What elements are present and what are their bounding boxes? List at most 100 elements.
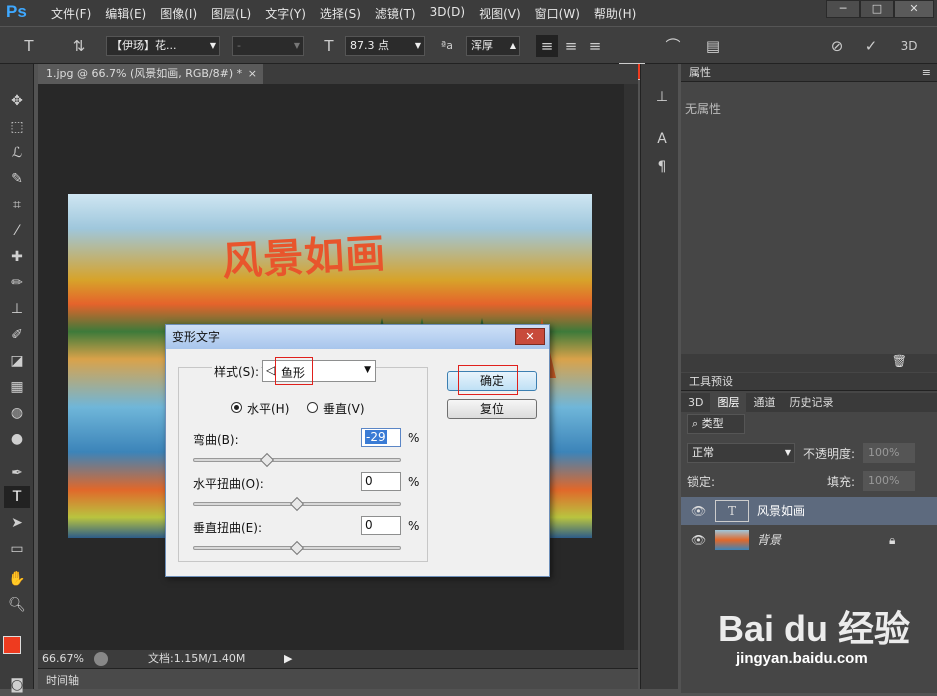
layer-filter-select[interactable]: ⌕ 类型	[687, 414, 745, 434]
tab-layers[interactable]: 图层	[710, 393, 747, 412]
bend-slider[interactable]	[193, 458, 401, 462]
menu-help[interactable]: 帮助(H)	[587, 5, 643, 22]
timeline-panel-tab[interactable]: 时间轴	[38, 668, 638, 689]
status-info-icon[interactable]	[94, 652, 108, 666]
menu-view[interactable]: 视图(V)	[472, 5, 528, 22]
paragraph-icon[interactable]: ¶	[649, 156, 675, 178]
marquee-tool-icon[interactable]: ⬚	[4, 116, 30, 138]
lasso-tool-icon[interactable]: ℒ	[4, 142, 30, 164]
font-size-select[interactable]: 87.3 点 ▼	[345, 36, 425, 56]
vertical-label[interactable]: 垂直(V)	[323, 400, 365, 417]
panel-menu-icon[interactable]: ≡	[922, 64, 937, 82]
healing-tool-icon[interactable]: ✚	[4, 246, 30, 268]
right-panels: 属性 ≡ 无属性 🗑︎ 工具预设 3D 图层 通道 历史记录 ⌕ 类型 正常 ▼ 不…	[681, 64, 937, 693]
vertical-radio[interactable]	[307, 402, 318, 413]
layer-row[interactable]: 👁︎ T 风景如画	[681, 497, 937, 525]
align-left-icon[interactable]: ≡	[536, 35, 558, 57]
eraser-tool-icon[interactable]: ◪	[4, 350, 30, 372]
reset-button[interactable]: 复位	[447, 399, 537, 419]
bend-input[interactable]: -29	[361, 428, 401, 447]
character-icon[interactable]: A	[649, 128, 675, 150]
menu-layer[interactable]: 图层(L)	[204, 5, 258, 22]
chevron-down-icon: ▲	[509, 41, 516, 50]
antialias-select[interactable]: 浑厚 ▲	[466, 36, 520, 56]
type-tool-icon[interactable]: T	[4, 486, 30, 508]
foreground-color-swatch[interactable]	[3, 636, 21, 654]
history-brush-tool-icon[interactable]: ✐	[4, 324, 30, 346]
path-select-tool-icon[interactable]: ➤	[4, 512, 30, 534]
properties-panel-header[interactable]: 属性 ≡	[681, 64, 937, 82]
document-tab-title: 1.jpg @ 66.7% (风景如画, RGB/8#) *	[46, 67, 243, 80]
menu-window[interactable]: 窗口(W)	[528, 5, 587, 22]
visibility-eye-icon[interactable]: 👁︎	[691, 526, 706, 554]
menu-filter[interactable]: 滤镜(T)	[368, 5, 423, 22]
character-panel-icon[interactable]: ▤	[702, 35, 724, 57]
tool-presets-icon[interactable]: ⊥	[649, 86, 675, 108]
h-distort-input[interactable]: 0	[361, 472, 401, 491]
blur-tool-icon[interactable]: ◍	[4, 402, 30, 424]
align-center-icon[interactable]: ≡	[560, 35, 582, 57]
shape-tool-icon[interactable]: ▭	[4, 538, 30, 560]
dialog-title-bar[interactable]: 变形文字	[166, 325, 549, 349]
layer-name[interactable]: 风景如画	[757, 497, 805, 525]
tab-channels[interactable]: 通道	[746, 393, 782, 412]
style-select[interactable]: ◁ 鱼形 ▼	[262, 357, 376, 385]
stamp-tool-icon[interactable]: ⊥	[4, 298, 30, 320]
blend-mode-select[interactable]: 正常 ▼	[687, 443, 795, 463]
trash-icon[interactable]: 🗑︎	[681, 354, 937, 372]
warped-art-text[interactable]: 风景如画	[221, 221, 388, 288]
options-bar: T ⇅ 【伊玚】花... ▼ - ▼ T 87.3 点 ▼ ªa 浑厚 ▲ ≡ ≡ ≡ …	[0, 26, 937, 80]
tool-presets-panel-header[interactable]: 工具预设	[681, 373, 937, 391]
vertical-scrollbar[interactable]	[624, 84, 638, 650]
minimize-button[interactable]: ─	[826, 0, 860, 18]
toggle-orientation-icon[interactable]: ⇅	[68, 35, 90, 57]
v-distort-input[interactable]: 0	[361, 516, 401, 535]
horizontal-label[interactable]: 水平(H)	[247, 400, 289, 417]
document-tab[interactable]: 1.jpg @ 66.7% (风景如画, RGB/8#) * ×	[38, 64, 263, 84]
zoom-tool-icon[interactable]: 🔍︎	[4, 594, 30, 616]
image-layer-thumbnail	[715, 530, 749, 550]
hand-tool-icon[interactable]: ✋	[4, 568, 30, 590]
align-right-icon[interactable]: ≡	[584, 35, 606, 57]
font-style-select[interactable]: - ▼	[232, 36, 304, 56]
dodge-tool-icon[interactable]: ●	[4, 428, 30, 450]
fill-label: 填充:	[827, 475, 856, 489]
quick-select-tool-icon[interactable]: ✎	[4, 168, 30, 190]
maximize-button[interactable]: □	[860, 0, 894, 18]
tools-panel: ✥ ⬚ ℒ ✎ ⌗ ⁄ ✚ ✏ ⊥ ✐ ◪ ▦ ◍ ● ✒ T ➤ ▭ ✋ 🔍︎…	[0, 64, 34, 693]
opacity-input[interactable]: 100%	[863, 443, 915, 463]
brush-tool-icon[interactable]: ✏	[4, 272, 30, 294]
3d-icon[interactable]: 3D	[898, 35, 920, 57]
warp-text-icon[interactable]: ⌒	[662, 35, 684, 57]
eyedropper-tool-icon[interactable]: ⁄	[4, 220, 30, 242]
menu-edit[interactable]: 编辑(E)	[98, 5, 153, 22]
close-tab-icon[interactable]: ×	[248, 64, 257, 84]
dialog-close-button[interactable]: ✕	[515, 328, 545, 345]
type-tool-icon[interactable]: T	[18, 35, 40, 57]
menu-3d[interactable]: 3D(D)	[423, 5, 472, 22]
menu-image[interactable]: 图像(I)	[153, 5, 204, 22]
commit-icon[interactable]: ✓	[860, 35, 882, 57]
menu-select[interactable]: 选择(S)	[313, 5, 368, 22]
font-size-value: 87.3 点	[350, 39, 389, 52]
cancel-icon[interactable]: ⊘	[826, 35, 848, 57]
layers-tabs: 3D 图层 通道 历史记录	[681, 393, 937, 412]
photoshop-logo: Ps	[6, 2, 27, 21]
crop-tool-icon[interactable]: ⌗	[4, 194, 30, 216]
close-window-button[interactable]: ✕	[894, 0, 934, 18]
zoom-level[interactable]: 66.67%	[42, 650, 84, 668]
gradient-tool-icon[interactable]: ▦	[4, 376, 30, 398]
layer-row[interactable]: 👁︎ 背景 🔒︎	[681, 526, 937, 554]
layer-name[interactable]: 背景	[757, 526, 781, 554]
tab-history[interactable]: 历史记录	[782, 393, 840, 412]
fill-input[interactable]: 100%	[863, 471, 915, 491]
move-tool-icon[interactable]: ✥	[4, 90, 30, 112]
play-arrow-icon[interactable]: ▶	[284, 650, 292, 668]
tab-3d[interactable]: 3D	[681, 393, 710, 412]
visibility-eye-icon[interactable]: 👁︎	[691, 497, 706, 525]
font-family-select[interactable]: 【伊玚】花... ▼	[106, 36, 220, 56]
menu-type[interactable]: 文字(Y)	[258, 5, 313, 22]
pen-tool-icon[interactable]: ✒	[4, 462, 30, 484]
menu-file[interactable]: 文件(F)	[44, 5, 98, 22]
horizontal-radio[interactable]	[231, 402, 242, 413]
